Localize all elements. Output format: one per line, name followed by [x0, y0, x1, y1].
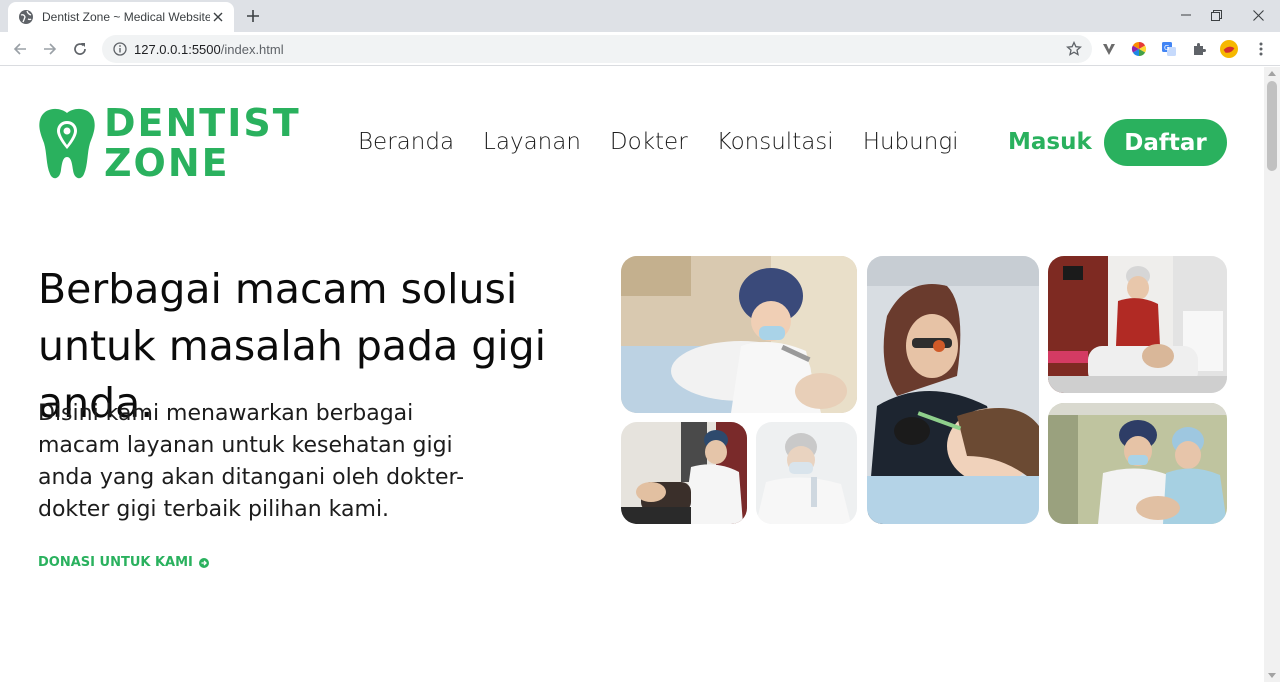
url-path: /index.html	[220, 41, 284, 57]
login-link[interactable]: Masuk	[1008, 129, 1092, 155]
nav-link-dokter[interactable]: Dokter	[610, 129, 688, 155]
nav-link-konsultasi[interactable]: Konsultasi	[717, 129, 834, 155]
donate-link[interactable]: DONASI UNTUK KAMI	[38, 555, 209, 570]
url-text: 127.0.0.1:5500/index.html	[134, 42, 284, 57]
logo-line-2: ZONE	[104, 141, 230, 185]
nav-link-hubungi[interactable]: Hubungi	[863, 129, 959, 155]
close-window-button[interactable]	[1236, 0, 1280, 30]
color-wheel-icon[interactable]	[1130, 40, 1148, 58]
arrow-circle-right-icon	[198, 557, 209, 568]
page-viewport: DENTIST ZONE Beranda Layanan Dokter Kons…	[0, 67, 1280, 682]
site-info-icon[interactable]	[112, 41, 128, 57]
main-navigation: Beranda Layanan Dokter Konsultasi Hubung…	[358, 129, 988, 155]
logo-line-1: DENTIST	[104, 101, 301, 145]
new-tab-button[interactable]	[240, 4, 266, 28]
tooth-pin-icon	[39, 108, 95, 179]
url-host: 127.0.0.1:5500	[134, 41, 221, 57]
reload-icon[interactable]	[68, 37, 92, 61]
dentist-with-loupe-photo	[621, 422, 747, 524]
browser-toolbar: 127.0.0.1:5500/index.html G	[0, 32, 1280, 66]
back-arrow-icon[interactable]	[8, 37, 32, 61]
puzzle-extensions-icon[interactable]	[1190, 40, 1208, 58]
bookmark-star-icon[interactable]	[1066, 40, 1082, 57]
site-logo[interactable]: DENTIST ZONE	[38, 103, 301, 183]
nav-link-layanan[interactable]: Layanan	[483, 129, 581, 155]
page-scrollbar[interactable]	[1264, 67, 1280, 682]
scrollbar-thumb[interactable]	[1267, 81, 1277, 171]
svg-text:G: G	[1164, 44, 1169, 52]
register-button[interactable]: Daftar	[1104, 119, 1227, 166]
donate-label: DONASI UNTUK KAMI	[38, 555, 193, 570]
hero-description: Disini kami menawarkan berbagai macam la…	[38, 401, 465, 522]
logo-wordmark: DENTIST ZONE	[104, 103, 301, 183]
profile-avatar-icon[interactable]	[1220, 40, 1238, 58]
scroll-down-arrow-icon[interactable]	[1268, 673, 1276, 678]
kebab-menu-icon[interactable]	[1252, 40, 1270, 58]
scroll-up-arrow-icon[interactable]	[1268, 71, 1276, 76]
translate-icon[interactable]: G	[1160, 40, 1178, 58]
two-dentists-at-work-photo	[1048, 403, 1227, 524]
vivaldi-v-icon[interactable]	[1100, 40, 1118, 58]
browser-tabstrip: Dentist Zone ~ Medical Website	[0, 0, 1280, 32]
nav-link-beranda[interactable]: Beranda	[358, 129, 454, 155]
forward-arrow-icon[interactable]	[38, 37, 62, 61]
browser-tab[interactable]: Dentist Zone ~ Medical Website	[8, 2, 234, 32]
dental-clinic-room-photo	[1048, 256, 1227, 393]
tab-title: Dentist Zone ~ Medical Website	[42, 10, 210, 24]
address-bar[interactable]: 127.0.0.1:5500/index.html	[102, 35, 1092, 63]
dentist-in-mask-photo	[756, 422, 857, 524]
dentist-treating-patient-photo	[621, 256, 857, 413]
restore-window-button[interactable]	[1194, 0, 1238, 30]
close-tab-icon[interactable]	[210, 9, 226, 25]
dentist-with-headlamp-photo	[867, 256, 1039, 524]
globe-icon	[18, 9, 34, 25]
